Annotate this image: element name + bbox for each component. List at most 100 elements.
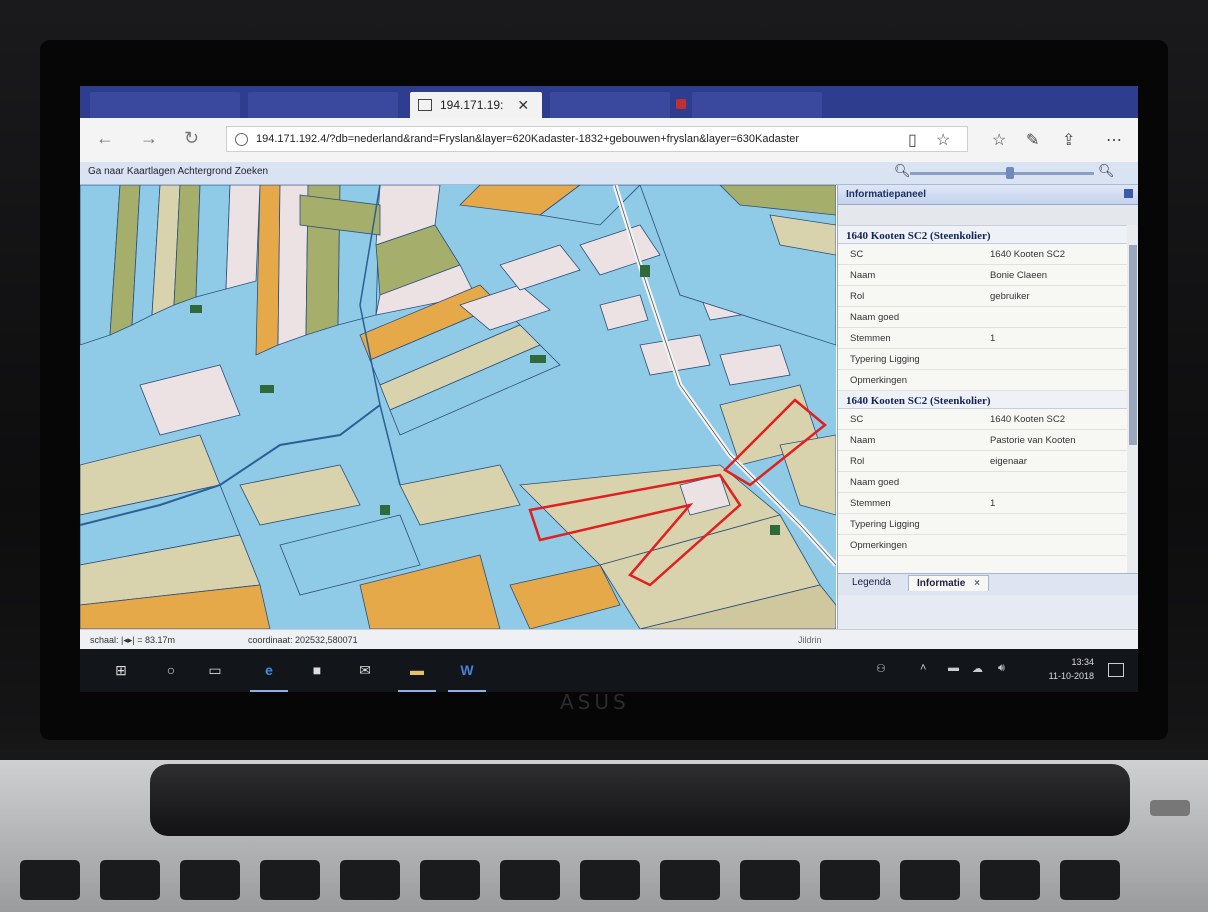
tab-favicon-icon — [676, 99, 686, 109]
app-indicator — [448, 690, 486, 692]
key — [340, 860, 400, 900]
table-row: Stemmen 1 — [838, 493, 1138, 514]
zoom-out-icon[interactable]: 🔍︎ — [894, 163, 911, 179]
key — [20, 860, 80, 900]
table-row: Typering Ligging — [838, 349, 1138, 370]
key — [500, 860, 560, 900]
table-row: Opmerkingen — [838, 535, 1138, 556]
zoom-track[interactable] — [910, 172, 1094, 175]
browser-tab-bar: 194.171.19: ✕ — [80, 86, 1138, 118]
table-row: Typering Ligging — [838, 514, 1138, 535]
tab-title: 194.171.19: — [440, 98, 504, 112]
map-canvas[interactable] — [80, 185, 836, 629]
info-strip — [838, 205, 1138, 226]
tab-background-3[interactable] — [550, 92, 670, 118]
tab-background-4[interactable] — [692, 92, 822, 118]
url-field[interactable]: 194.171.192.4/?db=nederland&rand=Fryslan… — [226, 126, 968, 152]
section-title[interactable]: 1640 Kooten SC2 (Steenkolier) — [838, 226, 1138, 244]
info-panel-title: Informatiepaneel — [846, 189, 927, 200]
clock-date: 11-10-2018 — [1048, 671, 1094, 681]
favorite-star-icon[interactable]: ☆ — [936, 130, 950, 150]
windows-start-icon[interactable]: ⊞ — [110, 659, 132, 681]
key — [660, 860, 720, 900]
table-row: Rol gebruiker — [838, 286, 1138, 307]
tab-info-label: Informatie — [917, 578, 966, 589]
reading-view-icon[interactable]: ▯ — [908, 130, 917, 150]
panel-footer — [838, 595, 1138, 629]
coordinate-readout: coordinaat: 202532,580071 — [248, 635, 358, 645]
clock[interactable]: 13:34 11-10-2018 — [1049, 655, 1094, 683]
explorer-icon[interactable]: ▬ — [406, 659, 428, 681]
table-row: Opmerkingen — [838, 370, 1138, 391]
info-panel-header: Informatiepaneel — [838, 185, 1138, 205]
power-button — [1150, 800, 1190, 816]
app-menu[interactable]: Ga naar Kaartlagen Achtergrond Zoeken — [88, 166, 268, 177]
scroll-thumb[interactable] — [1129, 245, 1137, 445]
scale-readout: schaal: |◂▸| = 83.17m — [90, 635, 176, 645]
tab-background-2[interactable] — [248, 92, 398, 118]
app-toolbar: Ga naar Kaartlagen Achtergrond Zoeken 🔍︎… — [80, 162, 1138, 185]
volume-icon[interactable]: 🔊︎ — [998, 662, 1005, 675]
store-icon[interactable]: ■ — [306, 659, 328, 681]
collapse-icon[interactable] — [1124, 189, 1133, 198]
page-icon — [418, 99, 432, 111]
table-row: Rol eigenaar — [838, 451, 1138, 472]
keyboard-row — [20, 860, 1188, 900]
favorites-hub-icon[interactable]: ☆ — [992, 130, 1006, 150]
tab-legend[interactable]: Legenda — [852, 577, 891, 588]
status-bar: schaal: |◂▸| = 83.17m coordinaat: 202532… — [80, 629, 1138, 650]
clock-time: 13:34 — [1071, 657, 1094, 667]
pen-icon[interactable]: ✎ — [1026, 130, 1039, 150]
table-row: SC 1640 Kooten SC2 — [838, 244, 1138, 265]
info-panel: Informatiepaneel 1640 Kooten SC2 (Steenk… — [837, 185, 1138, 629]
laptop-hinge — [150, 764, 1130, 836]
zoom-slider[interactable]: 🔍︎ 🔍︎ — [886, 163, 1126, 180]
chevron-up-icon[interactable]: ˄ — [920, 662, 926, 674]
app-indicator — [398, 690, 436, 692]
laptop-screen: 194.171.19: ✕ ← → ↻ 194.171.192.4/?db=ne… — [80, 86, 1138, 692]
table-row: Stemmen 1 — [838, 328, 1138, 349]
tab-background-1[interactable] — [90, 92, 240, 118]
key — [180, 860, 240, 900]
key — [260, 860, 320, 900]
active-app-indicator — [250, 690, 288, 692]
key — [900, 860, 960, 900]
section-title[interactable]: 1640 Kooten SC2 (Steenkolier) — [838, 391, 1138, 409]
address-bar: ← → ↻ 194.171.192.4/?db=nederland&rand=F… — [80, 118, 1138, 163]
table-row: Naam goed — [838, 472, 1138, 493]
laptop-logo: ASUS — [560, 690, 630, 714]
close-icon[interactable]: × — [974, 578, 980, 589]
key — [820, 860, 880, 900]
info-scrollbar[interactable] — [1127, 225, 1138, 585]
table-row: SC 1640 Kooten SC2 — [838, 409, 1138, 430]
edge-icon[interactable]: e — [258, 659, 280, 681]
zoom-handle[interactable] — [1006, 167, 1014, 179]
key — [580, 860, 640, 900]
forward-arrow-icon[interactable]: → — [140, 128, 158, 149]
task-view-icon[interactable]: ▭ — [204, 659, 226, 681]
network-icon[interactable]: ☁ — [972, 662, 983, 675]
url-text: 194.171.192.4/?db=nederland&rand=Fryslan… — [256, 133, 800, 145]
back-arrow-icon[interactable]: ← — [96, 128, 114, 149]
battery-icon[interactable]: ▬ — [948, 662, 959, 674]
zoom-in-icon[interactable]: 🔍︎ — [1098, 163, 1115, 179]
key — [420, 860, 480, 900]
close-icon[interactable]: ✕ — [517, 97, 529, 114]
key — [740, 860, 800, 900]
share-icon[interactable]: ⇪ — [1062, 130, 1075, 150]
refresh-icon[interactable]: ↻ — [184, 128, 199, 149]
notification-icon[interactable] — [1108, 663, 1124, 677]
mail-icon[interactable]: ✉ — [354, 659, 376, 681]
key — [1060, 860, 1120, 900]
cadastral-map[interactable] — [80, 185, 836, 629]
more-icon[interactable]: ⋯ — [1106, 130, 1122, 150]
source-label: Jildrin — [798, 635, 822, 645]
info-icon[interactable] — [235, 132, 248, 146]
people-icon[interactable]: ⚇ — [876, 662, 886, 675]
tab-info[interactable]: Informatie × — [908, 575, 989, 591]
search-icon[interactable]: ○ — [160, 659, 182, 681]
tab-active[interactable]: 194.171.19: ✕ — [410, 92, 542, 118]
windows-taskbar: ⊞ ○ ▭ e ■ ✉ ▬ W ⚇ ˄ ▬ ☁ 🔊︎ 13:34 11-10-2… — [80, 649, 1138, 692]
key — [100, 860, 160, 900]
word-icon[interactable]: W — [456, 659, 478, 681]
